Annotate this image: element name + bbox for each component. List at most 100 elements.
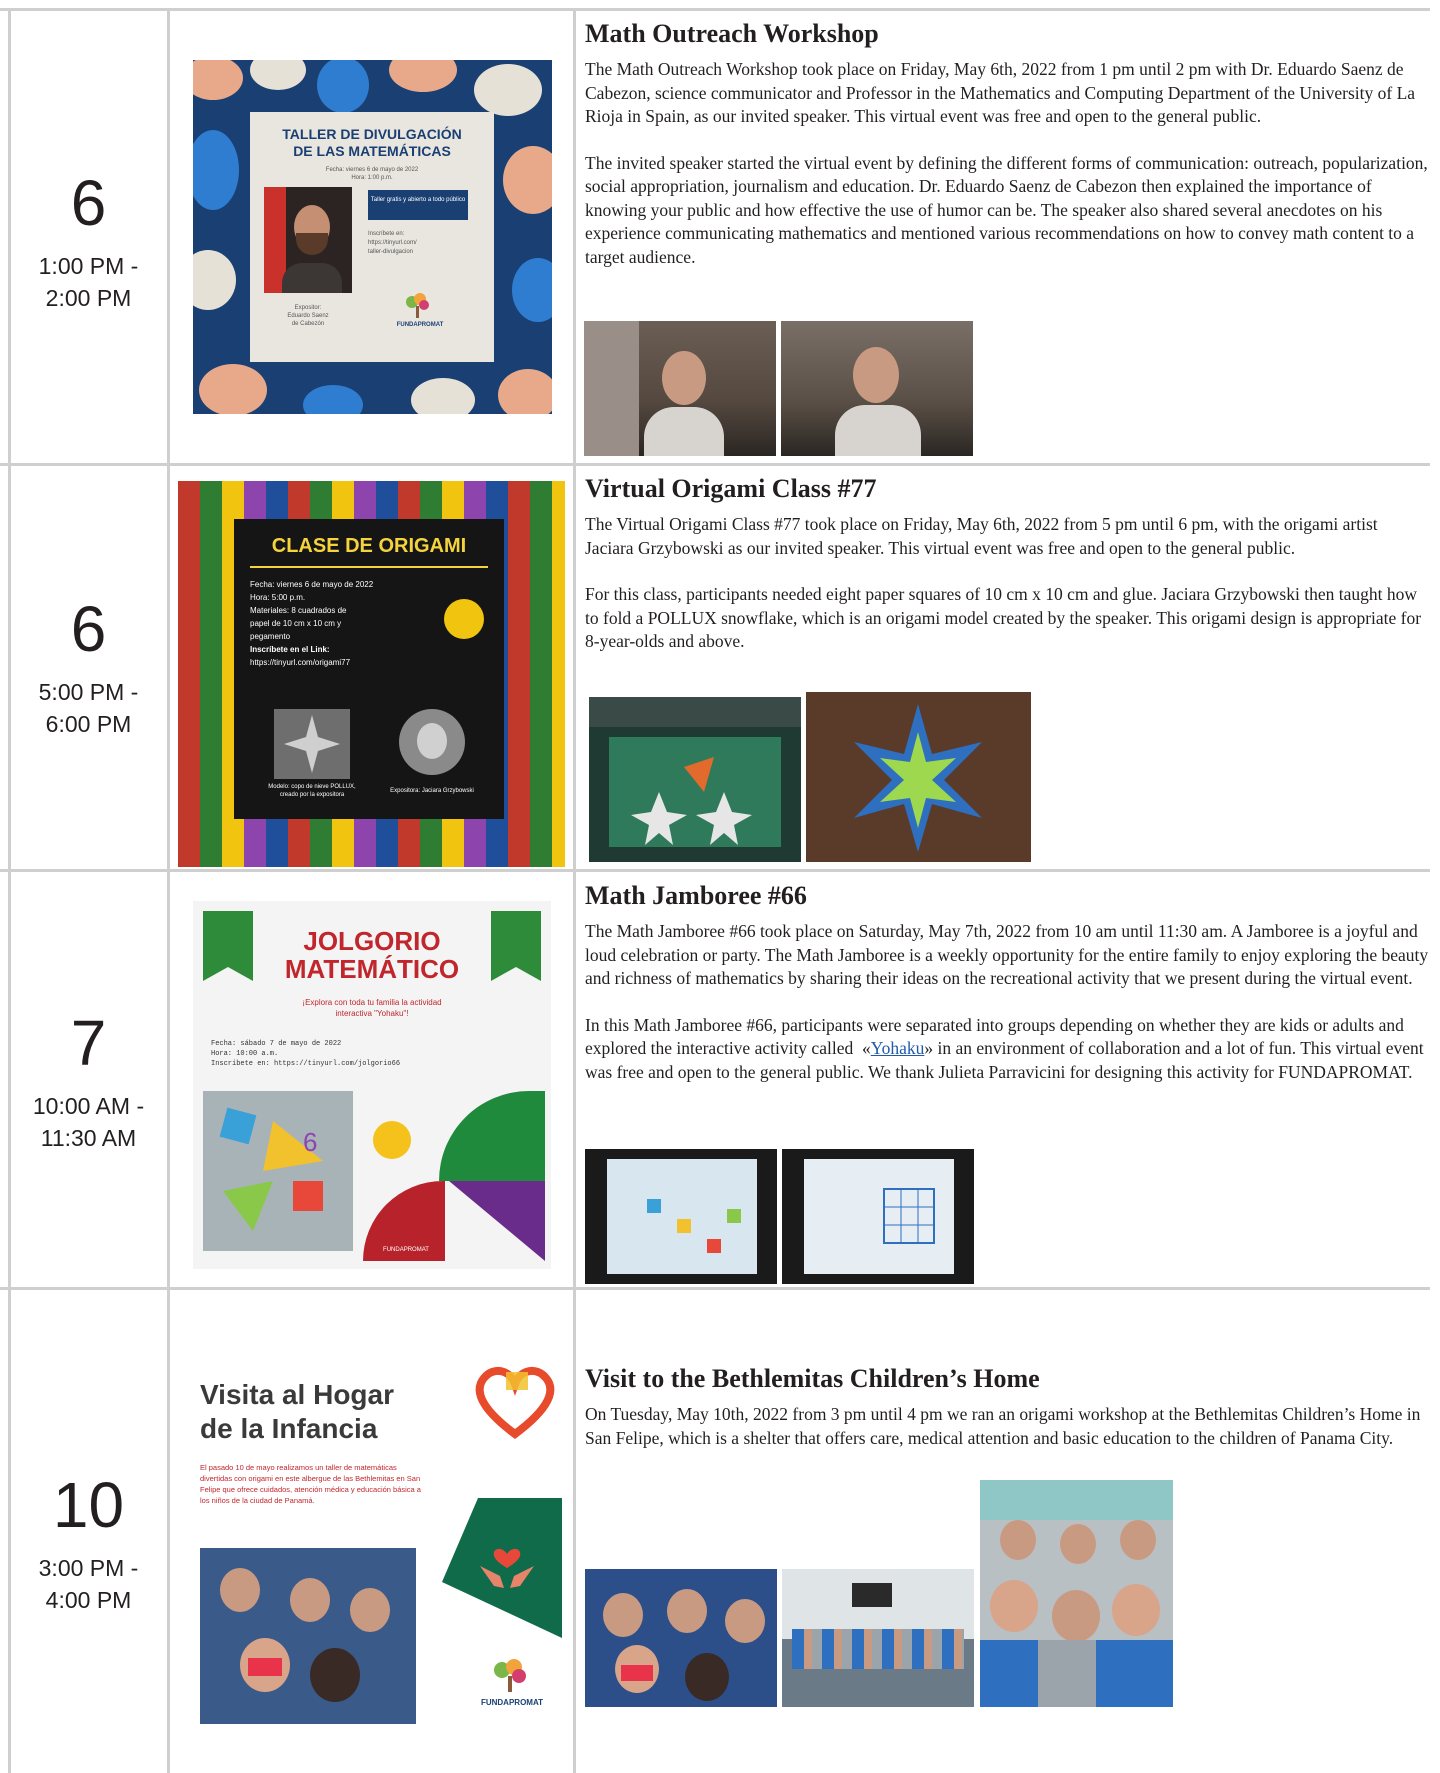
tree-logo-icon — [490, 1658, 530, 1694]
event-time-start: 10:00 AM - — [32, 1093, 145, 1119]
svg-text:6: 6 — [303, 1127, 317, 1157]
poster-link-line: https://tinyurl.com/ — [368, 240, 417, 246]
poster-speaker-line: Eduardo Saenz — [287, 313, 329, 319]
event-content: Math Jamboree #66 The Math Jamboree #66 … — [585, 880, 1430, 1107]
poster-heading-line: TALLER DE DIVULGACIÓN — [282, 126, 462, 142]
event-day: 6 — [70, 167, 107, 239]
poster-heading-line: Visita al Hogar — [200, 1379, 395, 1410]
poster-detail-line: pegamento — [250, 632, 291, 641]
poster-detail-line: Hora: 5:00 p.m. — [250, 593, 306, 602]
event-day: 10 — [52, 1469, 125, 1541]
event-photo — [782, 1569, 974, 1707]
poster-info-line: Fecha: viernes 6 de mayo de 2022 — [325, 167, 419, 173]
event-poster: Visita al Hogar de la Infancia El pasado… — [190, 1358, 562, 1730]
poster-body: El pasado 10 de mayo realizamos un talle… — [200, 1463, 421, 1505]
poster-detail-line: Materiales: 8 cuadrados de — [250, 606, 347, 615]
poster-info-line: Hora: 10:00 a.m. — [211, 1050, 279, 1058]
poster-link-line: taller-divulgacion — [368, 249, 414, 255]
poster-link-line: Inscríbete en: — [368, 231, 405, 237]
poster-info-line: Inscríbete en: https://tinyurl.com/jolgo… — [211, 1060, 401, 1068]
row-divider-1 — [0, 463, 1430, 466]
shape-yellow-circle-icon — [373, 1121, 411, 1159]
poster-detail-line: Fecha: viernes 6 de mayo de 2022 — [250, 580, 374, 589]
event-content: Virtual Origami Class #77 The Virtual Or… — [585, 473, 1430, 677]
speaker-portrait — [399, 709, 465, 775]
snowflake-model-icon — [274, 709, 350, 779]
model-caption: Modelo: copo de nieve POLLUX, creado por… — [268, 784, 356, 798]
event-paragraph: On Tuesday, May 10th, 2022 from 3 pm unt… — [585, 1404, 1421, 1448]
poster-badge: Taller gratis y abierto a todo público — [368, 190, 468, 220]
poster-heading: JOLGORIO MATEMÁTICO — [253, 927, 491, 983]
speaker-photo — [264, 187, 352, 293]
poster-subtitle-line: interactiva "Yohaku"! — [335, 1009, 409, 1018]
event-title: Virtual Origami Class #77 — [585, 474, 877, 503]
event-day: 6 — [70, 593, 107, 665]
event-photo — [806, 692, 1031, 862]
event-title: Visit to the Bethlemitas Children’s Home — [585, 1364, 1040, 1393]
event-title: Math Jamboree #66 — [585, 881, 807, 910]
poster-brand: FUNDAPROMAT — [480, 1698, 544, 1707]
poster-subtitle: ¡Explora con toda tu familia la activida… — [213, 997, 531, 1019]
banner-left-icon — [203, 911, 253, 981]
poster-link: Inscríbete en: https://tinyurl.com/ tall… — [368, 230, 468, 257]
event-date: 6 5:00 PM - 6:00 PM — [10, 594, 167, 740]
event-photo — [589, 697, 801, 862]
event-time-end: 11:30 AM — [40, 1125, 137, 1151]
grid-line-date — [167, 10, 170, 1773]
origami-card: CLASE DE ORIGAMI Fecha: viernes 6 de may… — [234, 519, 504, 819]
hands-heart-icon — [472, 1536, 542, 1596]
heart-icon — [470, 1362, 560, 1442]
event-paragraph: The Virtual Origami Class #77 took place… — [585, 514, 1378, 558]
event-date: 10 3:00 PM - 4:00 PM — [10, 1470, 167, 1616]
event-paragraph: The Math Outreach Workshop took place on… — [585, 59, 1416, 126]
poster-speaker-line: Expositor: — [294, 305, 322, 311]
poster-detail-line: papel de 10 cm x 10 cm y — [250, 619, 342, 628]
poster-brand: FUNDAPROMAT — [396, 322, 444, 328]
yohaku-link[interactable]: Yohaku — [871, 1038, 925, 1058]
event-paragraph: In this Math Jamboree #66, participants … — [585, 1014, 1430, 1085]
event-content: Visit to the Bethlemitas Children’s Home… — [585, 1363, 1430, 1473]
poster-info: Fecha: viernes 6 de mayo de 2022 Hora: 1… — [250, 166, 494, 182]
event-paragraph: The Math Jamboree #66 took place on Satu… — [585, 921, 1429, 988]
poster-speaker-line: de Cabezón — [291, 321, 325, 327]
event-paragraph: For this class, participants needed eigh… — [585, 584, 1422, 651]
event-date: 6 1:00 PM - 2:00 PM — [10, 168, 167, 314]
poster-info: Fecha: sábado 7 de mayo de 2022 Hora: 10… — [211, 1039, 511, 1069]
shape-green-quarter-icon — [439, 1091, 545, 1181]
yohaku-pieces-photo: 6 — [203, 1091, 353, 1251]
event-photo — [584, 321, 776, 456]
poster-heading: TALLER DE DIVULGACIÓN DE LAS MATEMÁTICAS — [250, 126, 494, 160]
event-poster: JOLGORIO MATEMÁTICO ¡Explora con toda tu… — [193, 901, 551, 1269]
event-poster: TALLER DE DIVULGACIÓN DE LAS MATEMÁTICAS… — [193, 60, 552, 414]
poster-card: TALLER DE DIVULGACIÓN DE LAS MATEMÁTICAS… — [250, 112, 494, 362]
grid-line-poster — [573, 10, 576, 1773]
poster-details: Fecha: viernes 6 de mayo de 2022 Hora: 5… — [234, 568, 416, 669]
poster-info-line: Hora: 1:00 p.m. — [351, 175, 393, 181]
poster-heading-line: de la Infancia — [200, 1413, 378, 1444]
tree-logo-icon — [402, 292, 432, 320]
event-time-end: 2:00 PM — [45, 285, 132, 311]
event-time-start: 3:00 PM - — [38, 1555, 139, 1581]
poster-heading: Visita al Hogar de la Infancia — [200, 1378, 460, 1446]
poster-info-line: Fecha: sábado 7 de mayo de 2022 — [211, 1040, 342, 1048]
event-photo — [585, 1569, 777, 1707]
poster-detail-line: https://tinyurl.com/origami77 — [250, 658, 351, 667]
kids-photo — [200, 1548, 416, 1724]
row-divider-top — [0, 8, 1430, 11]
poster-brand: FUNDAPROMAT — [383, 1247, 429, 1253]
event-poster: CLASE DE ORIGAMI Fecha: viernes 6 de may… — [178, 481, 565, 867]
event-date: 7 10:00 AM - 11:30 AM — [10, 1008, 167, 1154]
poster-speaker: Expositor: Eduardo Saenz de Cabezón — [264, 304, 352, 328]
poster-subtitle-line: ¡Explora con toda tu familia la activida… — [302, 998, 442, 1007]
event-time-end: 4:00 PM — [45, 1587, 132, 1613]
event-photo — [980, 1480, 1173, 1707]
event-photo — [782, 1149, 974, 1284]
event-photo — [585, 1149, 777, 1284]
logo-circle-icon — [444, 599, 484, 639]
poster-heading-line: JOLGORIO — [303, 926, 441, 956]
event-time-start: 5:00 PM - — [38, 679, 139, 705]
event-content: Math Outreach Workshop The Math Outreach… — [585, 18, 1430, 292]
event-photo — [781, 321, 973, 456]
poster-detail-line: Inscríbete en el Link: — [250, 645, 330, 654]
row-divider-2 — [0, 869, 1430, 872]
